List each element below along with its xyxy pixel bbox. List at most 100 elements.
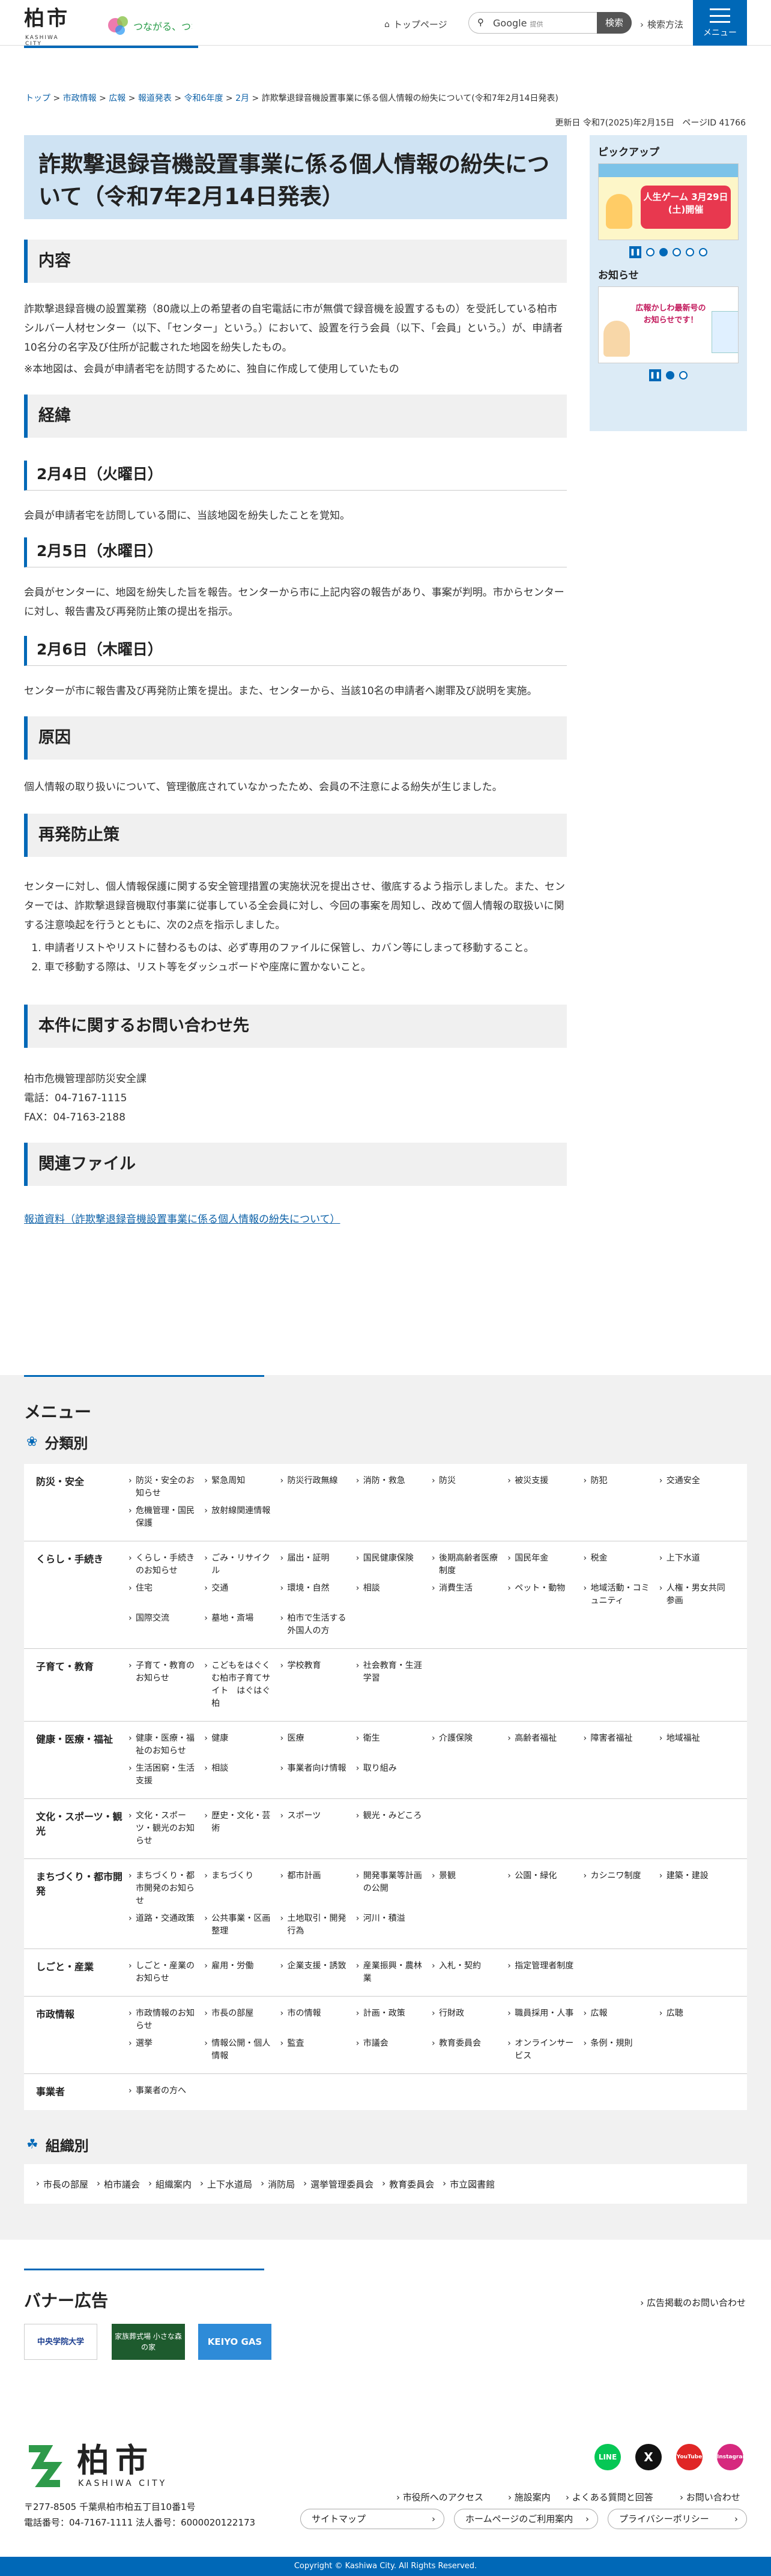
- ad-inquiry-link[interactable]: › 広告掲載のお問い合わせ: [640, 2296, 746, 2309]
- category-link[interactable]: 行財政: [432, 2007, 507, 2033]
- category-link[interactable]: 届出・証明: [280, 1552, 356, 1577]
- category-link[interactable]: 情報公開・個人情報: [204, 2037, 280, 2063]
- category-link[interactable]: 住宅: [128, 1582, 204, 1607]
- category-link[interactable]: カシニワ制度: [584, 1870, 659, 1908]
- category-link[interactable]: 開発事業等計画の公開: [356, 1870, 432, 1908]
- category-link[interactable]: 観光・みどころ: [356, 1810, 432, 1848]
- category-link[interactable]: 広聴: [659, 2007, 735, 2033]
- pause-icon[interactable]: ❚❚: [629, 246, 641, 258]
- category-link[interactable]: 広報: [584, 2007, 659, 2033]
- ad-banner[interactable]: KEIYO GAS: [198, 2324, 271, 2360]
- category-link[interactable]: ペット・動物: [507, 1582, 583, 1607]
- category-link[interactable]: 事業者の方へ: [128, 2085, 204, 2099]
- breadcrumb-link[interactable]: 市政情報: [63, 94, 97, 103]
- oshirase-banner[interactable]: 広報かしわ最新号のお知らせです！: [598, 286, 739, 363]
- category-link[interactable]: 文化・スポーツ・観光のお知らせ: [128, 1810, 204, 1848]
- category-link[interactable]: 地域活動・コミュニティ: [584, 1582, 659, 1607]
- category-link[interactable]: 危機管理・国民保護: [128, 1505, 204, 1530]
- ad-banner[interactable]: 家族葬式場 小さな森の家: [112, 2324, 185, 2360]
- category-link[interactable]: 事業者向け情報: [280, 1762, 356, 1788]
- category-link[interactable]: 道路・交通政策: [128, 1912, 204, 1938]
- category-link[interactable]: 環境・自然: [280, 1582, 356, 1607]
- category-link[interactable]: 放射線関連情報: [204, 1505, 280, 1530]
- category-link[interactable]: 国民年金: [507, 1552, 583, 1577]
- org-link[interactable]: 市長の部屋: [36, 2178, 97, 2191]
- category-link[interactable]: 介護保険: [432, 1732, 507, 1758]
- category-link[interactable]: 相談: [204, 1762, 280, 1788]
- category-link[interactable]: 河川・積溢: [356, 1912, 432, 1938]
- category-link[interactable]: 建築・建設: [659, 1870, 735, 1908]
- category-link[interactable]: 監査: [280, 2037, 356, 2063]
- category-link[interactable]: 被災支援: [507, 1475, 583, 1500]
- category-link[interactable]: 指定管理者制度: [507, 1960, 583, 1985]
- carousel-dot[interactable]: [659, 248, 668, 256]
- category-link[interactable]: 防犯: [584, 1475, 659, 1500]
- x-icon[interactable]: X: [635, 2444, 662, 2470]
- category-link[interactable]: 衛生: [356, 1732, 432, 1758]
- org-link[interactable]: 教育委員会: [382, 2178, 443, 2191]
- top-page-link[interactable]: ⌂ トップページ: [384, 18, 447, 31]
- org-link[interactable]: 消防局: [261, 2178, 303, 2191]
- category-link[interactable]: 入札・契約: [432, 1960, 507, 1985]
- menu-button[interactable]: メニュー: [693, 0, 747, 46]
- search-button[interactable]: 検索: [597, 12, 632, 34]
- site-logo[interactable]: 柏市 KASHIWA CITY つながる、つなぐ。: [24, 8, 192, 47]
- category-link[interactable]: 国民健康保険: [356, 1552, 432, 1577]
- category-link[interactable]: 墓地・斎場: [204, 1612, 280, 1637]
- category-link[interactable]: 後期高齢者医療制度: [432, 1552, 507, 1577]
- category-link[interactable]: スポーツ: [280, 1810, 356, 1848]
- ad-banner[interactable]: 中央学院大学: [24, 2324, 97, 2360]
- category-link[interactable]: 税金: [584, 1552, 659, 1577]
- category-link[interactable]: 公共事業・区画整理: [204, 1912, 280, 1938]
- category-link[interactable]: 企業支援・誘致: [280, 1960, 356, 1985]
- category-link[interactable]: 緊急周知: [204, 1475, 280, 1500]
- category-link[interactable]: 相談: [356, 1582, 432, 1607]
- category-link[interactable]: 障害者福祉: [584, 1732, 659, 1758]
- instagram-icon[interactable]: Instagram: [717, 2444, 748, 2470]
- category-link[interactable]: 防災: [432, 1475, 507, 1500]
- category-link[interactable]: 職員採用・人事: [507, 2007, 583, 2033]
- category-link[interactable]: 公園・緑化: [507, 1870, 583, 1908]
- breadcrumb-link[interactable]: トップ: [25, 94, 50, 103]
- category-link[interactable]: 市政情報のお知らせ: [128, 2007, 204, 2033]
- search-input[interactable]: ⚲ Google 提供 検索: [468, 12, 632, 34]
- org-link[interactable]: 市立図書館: [443, 2178, 503, 2191]
- category-link[interactable]: 子育て・教育のお知らせ: [128, 1660, 204, 1710]
- category-link[interactable]: オンラインサービス: [507, 2037, 583, 2063]
- footer-link[interactable]: › 市役所へのアクセス: [396, 2491, 483, 2503]
- category-link[interactable]: 交通安全: [659, 1475, 735, 1500]
- category-link[interactable]: 歴史・文化・芸術: [204, 1810, 280, 1848]
- carousel-dot[interactable]: [686, 248, 694, 256]
- category-link[interactable]: 教育委員会: [432, 2037, 507, 2063]
- category-link[interactable]: 産業振興・農林業: [356, 1960, 432, 1985]
- category-link[interactable]: 学校教育: [280, 1660, 356, 1710]
- category-link[interactable]: 人権・男女共同参画: [659, 1582, 735, 1607]
- category-link[interactable]: 市議会: [356, 2037, 432, 2063]
- category-link[interactable]: まちづくり: [204, 1870, 280, 1908]
- category-link[interactable]: 地域福祉: [659, 1732, 735, 1758]
- carousel-dot[interactable]: [673, 248, 681, 256]
- category-link[interactable]: 景観: [432, 1870, 507, 1908]
- org-link[interactable]: 選挙管理委員会: [303, 2178, 382, 2191]
- category-link[interactable]: ごみ・リサイクル: [204, 1552, 280, 1577]
- category-link[interactable]: 防災・安全のお知らせ: [128, 1475, 204, 1500]
- category-link[interactable]: 取り組み: [356, 1762, 432, 1788]
- category-link[interactable]: 交通: [204, 1582, 280, 1607]
- org-link[interactable]: 組織案内: [148, 2178, 200, 2191]
- org-link[interactable]: 上下水道局: [200, 2178, 261, 2191]
- category-link[interactable]: 柏市で生活する外国人の方: [280, 1612, 356, 1637]
- site-guide-button[interactable]: ホームページのご利用案内: [454, 2509, 598, 2529]
- related-file-link[interactable]: 報道資料（詐欺撃退録音機設置事業に係る個人情報の紛失について）: [24, 1214, 340, 1226]
- category-link[interactable]: 健康: [204, 1732, 280, 1758]
- category-link[interactable]: くらし・手続きのお知らせ: [128, 1552, 204, 1577]
- breadcrumb-link[interactable]: 2月: [235, 94, 249, 103]
- category-link[interactable]: 条例・規則: [584, 2037, 659, 2063]
- carousel-dot[interactable]: [666, 371, 674, 379]
- carousel-dot[interactable]: [646, 248, 655, 256]
- category-link[interactable]: 健康・医療・福祉のお知らせ: [128, 1732, 204, 1758]
- category-link[interactable]: 消防・救急: [356, 1475, 432, 1500]
- category-link[interactable]: こどもをはぐくむ柏市子育てサイト はぐはぐ柏: [204, 1660, 280, 1710]
- category-link[interactable]: 市の情報: [280, 2007, 356, 2033]
- org-link[interactable]: 柏市議会: [97, 2178, 148, 2191]
- category-link[interactable]: 高齢者福祉: [507, 1732, 583, 1758]
